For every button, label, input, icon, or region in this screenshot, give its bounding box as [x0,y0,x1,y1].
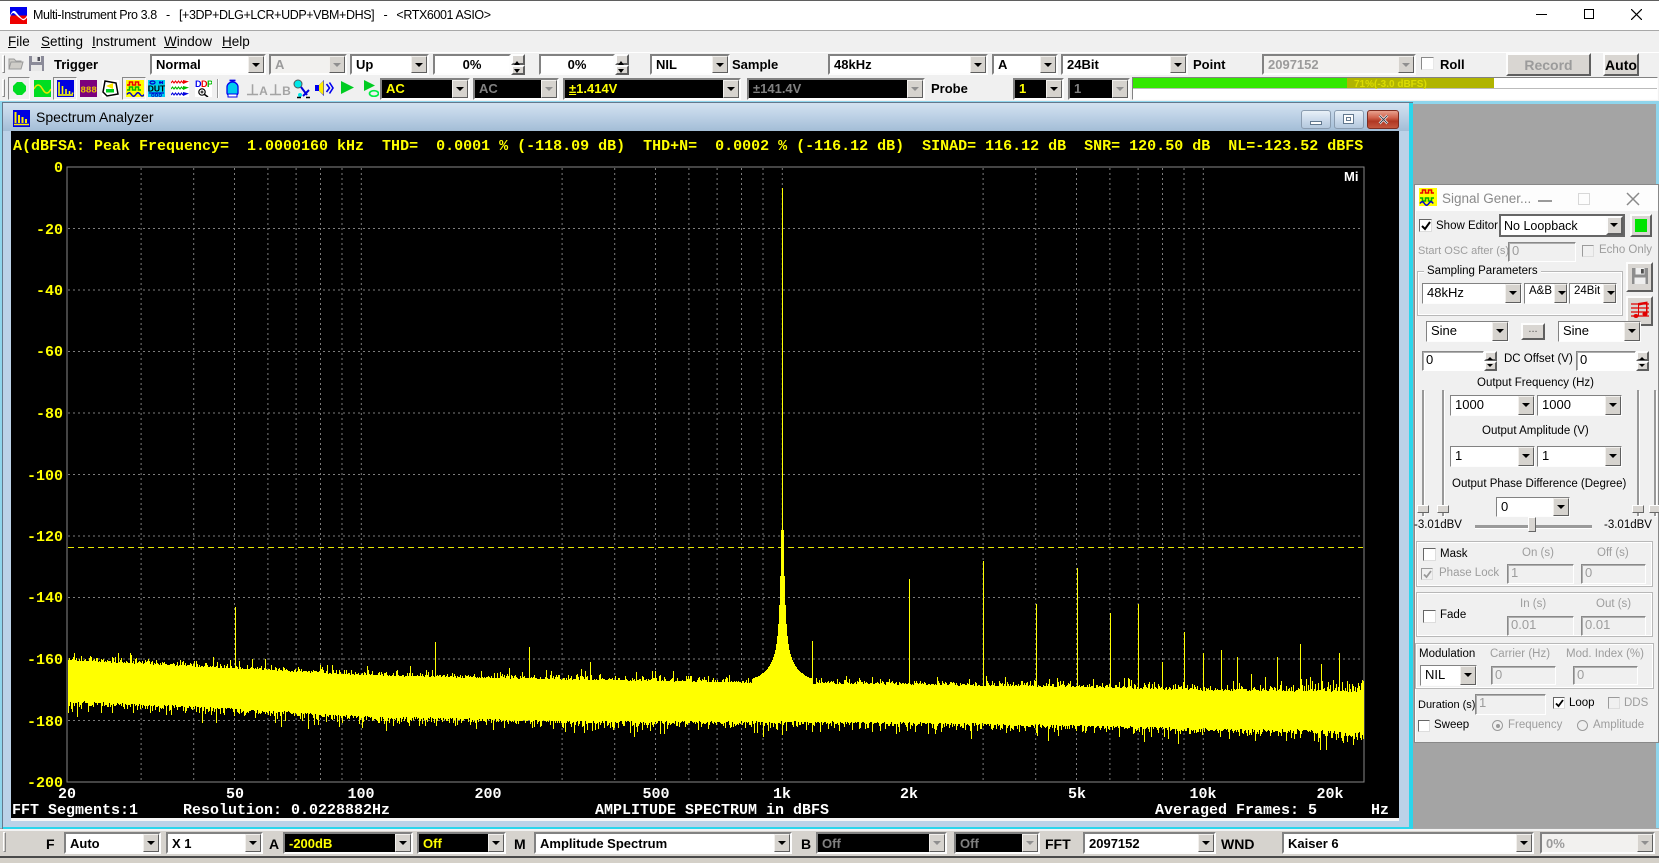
svg-text:-20: -20 [36,222,63,239]
svg-text:Hz: Hz [1371,802,1389,818]
svg-text:-100: -100 [27,468,63,485]
svg-text:1k: 1k [773,786,791,803]
svg-text:2k: 2k [900,786,918,803]
svg-text:Mi: Mi [1344,169,1358,184]
svg-text:50: 50 [226,786,244,803]
svg-text:ooo: ooo [151,93,162,97]
svg-text:-40: -40 [36,283,63,300]
svg-text:-160: -160 [27,652,63,669]
svg-text:200: 200 [474,786,501,803]
svg-text:-140: -140 [27,590,63,607]
svg-text:20k: 20k [1316,786,1343,803]
svg-text:-60: -60 [36,344,63,361]
svg-text:-120: -120 [27,529,63,546]
svg-text:0: 0 [54,160,63,177]
svg-text:FFT Segments:1: FFT Segments:1 [12,802,138,818]
svg-text:5k: 5k [1068,786,1086,803]
svg-text:888: 888 [80,85,97,96]
svg-text:500: 500 [642,786,669,803]
svg-text:P: P [207,80,212,89]
svg-text:-180: -180 [27,714,63,731]
svg-text:DUT: DUT [148,84,165,94]
svg-text:20: 20 [58,786,76,803]
svg-text:-80: -80 [36,406,63,423]
svg-text:100: 100 [347,786,374,803]
svg-text:Averaged Frames: 5: Averaged Frames: 5 [1155,802,1317,818]
svg-text:10k: 10k [1189,786,1216,803]
svg-text:AMPLITUDE SPECTRUM in dBFS: AMPLITUDE SPECTRUM in dBFS [595,802,829,818]
svg-text:Resolution: 0.0228882Hz: Resolution: 0.0228882Hz [183,802,390,818]
svg-text:A(dBFSA: Peak Frequency= 1.00: A(dBFSA: Peak Frequency= 1.0000160 kHz T… [13,138,1363,155]
